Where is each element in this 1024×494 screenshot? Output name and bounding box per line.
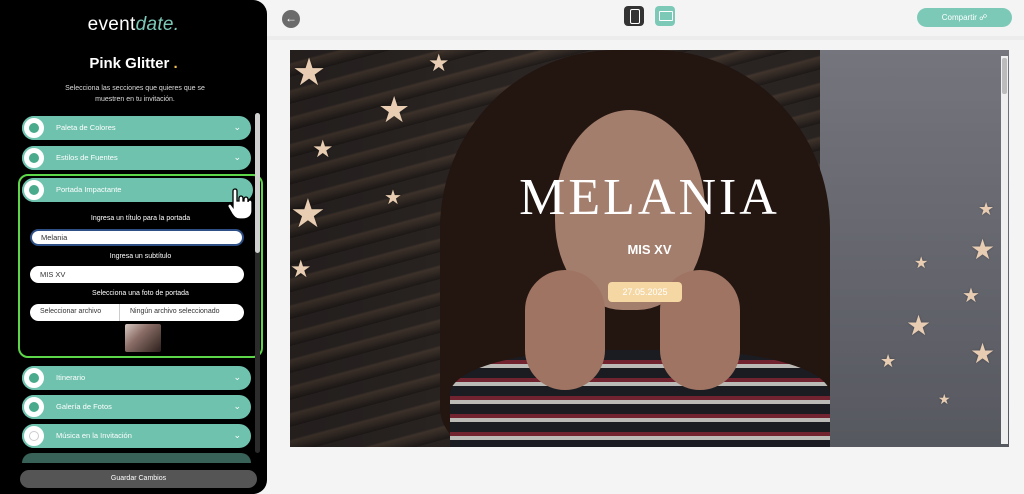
title-field-caption: Ingresa un título para la portada — [90, 215, 191, 222]
mobile-icon[interactable] — [624, 6, 644, 26]
sidebar-scrollbar[interactable] — [255, 113, 260, 453]
star-icon: ★ — [880, 351, 897, 371]
section-estilos-de-fuentes[interactable]: Estilos de Fuentes ⌄ — [22, 146, 251, 170]
invitation-title: MELANIA — [519, 169, 780, 226]
template-title: Pink Glitter . — [0, 55, 267, 72]
cover-photo-file-input[interactable]: Seleccionar archivo Ningún archivo selec… — [30, 304, 244, 321]
cover-subtitle-input[interactable]: MIS XV — [30, 266, 244, 283]
invitation-preview[interactable]: ★ ★ ★ ★ ★ ★ ★ ★ ★ ★ ★ ★ ★ ★ ★ MELANIA MI… — [290, 50, 1009, 447]
invitation-subtitle: MIS XV — [627, 242, 672, 257]
chevron-down-icon: ⌄ — [233, 401, 241, 411]
logo-main: event — [87, 14, 136, 35]
section-portada-impactante[interactable]: Portada Impactante — [22, 178, 253, 202]
sidebar-scrollbar-thumb[interactable] — [255, 113, 260, 253]
star-icon: ★ — [906, 310, 932, 341]
chevron-down-icon: ⌄ — [233, 372, 241, 382]
preview-scrollbar-thumb[interactable] — [1002, 58, 1007, 94]
chevron-down-icon: ⌄ — [233, 152, 241, 162]
hand-pointer-icon — [227, 188, 253, 220]
template-dot: . — [173, 55, 178, 72]
cover-photo-thumbnail — [125, 324, 161, 352]
section-check-icon[interactable] — [22, 178, 46, 202]
photo-field-caption: Selecciona una foto de portada — [92, 290, 189, 297]
file-status: Ningún archivo seleccionado — [130, 308, 220, 315]
section-galeria-de-fotos[interactable]: Galería de Fotos ⌄ — [22, 395, 251, 419]
app-root: eventdate. Pink Glitter . Selecciona las… — [0, 0, 1024, 494]
star-icon: ★ — [938, 391, 951, 407]
section-check-icon[interactable] — [22, 116, 46, 140]
star-icon: ★ — [914, 255, 929, 272]
star-icon: ★ — [428, 50, 450, 77]
select-file-button[interactable]: Seleccionar archivo — [30, 304, 120, 321]
preview-scrollbar[interactable] — [1001, 56, 1008, 444]
topbar-divider — [267, 36, 1024, 40]
section-label: Paleta de Colores — [56, 123, 116, 132]
desktop-icon[interactable] — [655, 6, 675, 26]
star-icon: ★ — [378, 89, 411, 130]
star-icon: ★ — [292, 52, 327, 94]
section-check-icon[interactable] — [22, 395, 46, 419]
share-label: Compartir — [941, 13, 977, 22]
sections-instructions: Selecciona las secciones que quieres que… — [65, 85, 205, 103]
chevron-down-icon: ⌄ — [233, 430, 241, 440]
chevron-down-icon: ⌄ — [233, 122, 241, 132]
invitation-date-badge: 27.05.2025 — [608, 282, 682, 302]
section-check-icon[interactable] — [22, 366, 46, 390]
section-label: Estilos de Fuentes — [56, 153, 118, 162]
share-icon: ☍ — [979, 13, 988, 22]
section-label: Música en la Invitación — [56, 431, 132, 440]
share-button[interactable]: Compartir ☍ — [917, 8, 1012, 27]
section-paleta-de-colores[interactable]: Paleta de Colores ⌄ — [22, 116, 251, 140]
star-icon: ★ — [290, 256, 312, 283]
brand-logo: eventdate. — [0, 14, 267, 36]
star-icon: ★ — [962, 285, 980, 307]
sidebar: eventdate. Pink Glitter . Selecciona las… — [0, 0, 267, 494]
arrow-left-icon[interactable]: ← — [282, 10, 300, 28]
template-name: Pink Glitter — [89, 55, 170, 72]
cover-title-input[interactable]: Melania — [30, 229, 244, 246]
section-label: Portada Impactante — [56, 185, 122, 194]
section-partial — [22, 453, 251, 463]
logo-accent: date — [135, 14, 174, 35]
section-itinerario[interactable]: Itinerario ⌄ — [22, 366, 251, 390]
section-check-icon[interactable] — [22, 424, 46, 448]
section-check-icon[interactable] — [22, 146, 46, 170]
save-changes-button[interactable]: Guardar Cambios — [20, 470, 257, 488]
subtitle-field-caption: Ingresa un subtítulo — [109, 253, 172, 260]
section-label: Itinerario — [56, 373, 86, 382]
star-icon: ★ — [312, 136, 334, 163]
section-musica-en-la-invitacion[interactable]: Música en la Invitación ⌄ — [22, 424, 251, 448]
logo-dot: . — [173, 14, 180, 35]
section-label: Galería de Fotos — [56, 402, 112, 411]
star-icon: ★ — [970, 338, 996, 369]
